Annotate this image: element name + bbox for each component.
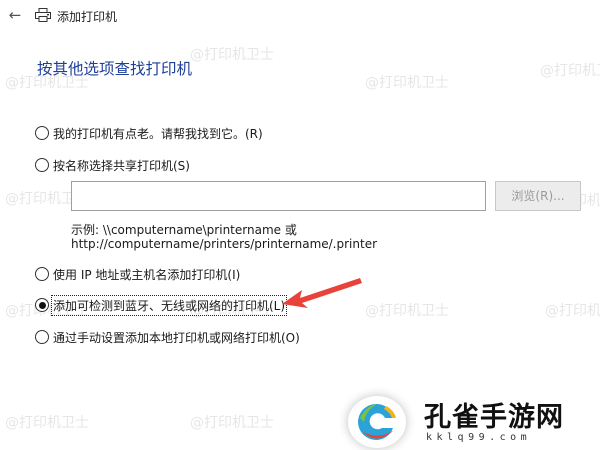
option-bluetooth-wireless-network[interactable]: 添加可检测到蓝牙、无线或网络的打印机(L) (35, 294, 288, 316)
watermark: @打印机卫士 (365, 303, 449, 319)
watermark: @打印机卫士 (540, 63, 600, 79)
title-bar: ← 添加打印机 (0, 0, 600, 32)
option-manual-local-printer[interactable]: 通过手动设置添加本地打印机或网络打印机(O) (35, 328, 300, 346)
window-title: 添加打印机 (57, 10, 118, 24)
radio-button[interactable] (35, 158, 49, 172)
option-label: 我的打印机有点老。请帮我找到它。(R) (53, 126, 263, 141)
watermark: @打印机卫士 (545, 303, 600, 319)
shared-printer-name-input[interactable] (71, 181, 486, 211)
peacock-logo-icon (348, 396, 406, 448)
option-shared-printer-by-name[interactable]: 按名称选择共享打印机(S) (35, 156, 190, 174)
red-arrow-icon (282, 278, 362, 308)
browse-button[interactable]: 浏览(R)... (495, 181, 581, 211)
watermark: @打印机卫士 (190, 47, 274, 63)
option-old-printer[interactable]: 我的打印机有点老。请帮我找到它。(R) (35, 124, 263, 142)
logo-name: 孔雀手游网 (424, 402, 564, 433)
radio-button[interactable] (35, 330, 49, 344)
radio-button[interactable] (35, 267, 49, 281)
watermark: @打印机卫士 (365, 75, 449, 91)
site-logo: 孔雀手游网 kklq99.com (340, 392, 600, 450)
option-ip-address[interactable]: 使用 IP 地址或主机名添加打印机(I) (35, 265, 240, 283)
option-label: 使用 IP 地址或主机名添加打印机(I) (53, 267, 241, 282)
option-label: 添加可检测到蓝牙、无线或网络的打印机(L) (50, 294, 288, 316)
page-heading: 按其他选项查找打印机 (37, 60, 193, 78)
printer-icon (35, 8, 51, 22)
example-text-line1: 示例: \\computername\printername 或 (71, 223, 297, 237)
logo-url: kklq99.com (426, 432, 532, 443)
example-text-line2: http://computername/printers/printername… (71, 237, 378, 251)
watermark: @打印机卫士 (5, 415, 89, 431)
option-label: 通过手动设置添加本地打印机或网络打印机(O) (53, 330, 300, 345)
watermark: @打印机卫士 (190, 415, 274, 431)
radio-button-selected[interactable] (35, 298, 49, 312)
option-label: 按名称选择共享打印机(S) (53, 158, 190, 173)
radio-button[interactable] (35, 126, 49, 140)
arrow-left-icon[interactable]: ← (6, 6, 24, 24)
